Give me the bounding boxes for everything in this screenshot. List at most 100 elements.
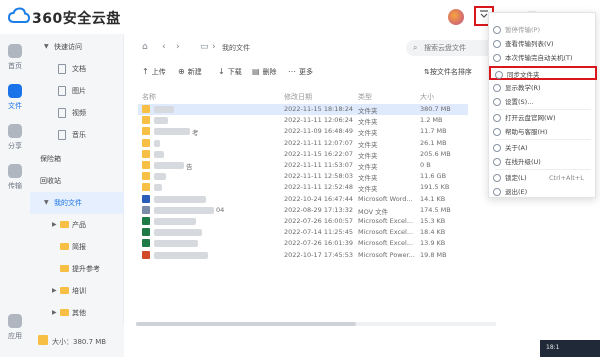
menu-item[interactable]: 关于(A) [489,141,597,155]
rail-apps[interactable]: 应用 [0,314,30,341]
sidebar-folder-training[interactable]: ▶ 培训 [30,280,124,302]
table-row[interactable]: 2022-10-17 17:45:53 Microsoft Power... 19.… [138,250,468,261]
music-icon [58,130,66,140]
table-row[interactable]: 2022-11-11 12:06:24 文件夹 1.2 MB [138,115,468,126]
breadcrumb-current: 我的文件 [222,44,250,52]
cell-date: 2022-08-29 17:13:32 [284,205,354,214]
menu-item[interactable]: 设置(S)... [489,95,597,109]
column-size[interactable]: 大小 [420,92,434,102]
more-button[interactable]: ⋯ 更多 [288,67,313,77]
app-title: 360安全云盘 [32,11,121,27]
sidebar-folder-briefs[interactable]: 简报 [30,236,124,258]
rail-label: 分享 [8,142,22,150]
table-row[interactable]: 2022-10-24 16:47:44 Microsoft Word... 14.1… [138,194,468,205]
cell-size: 11.7 MB [420,127,447,136]
sidebar-footer: 大小：380.7 MB [30,325,124,357]
sidebar-folder-other[interactable]: ▶ 其他 [30,302,124,324]
folder-icon [60,287,69,294]
sidebar-item-images[interactable]: 图片 [30,80,124,102]
menu-separator [495,139,591,140]
folder-path-icon: ▭ [200,42,209,52]
upload-label: 上传 [151,68,166,76]
sidebar-item-music[interactable]: 音乐 [30,124,124,146]
sidebar-folder-products[interactable]: ▶ 产品 [30,214,124,236]
table-row[interactable]: 2022-11-15 18:18:24 文件夹 380.7 MB [138,104,468,115]
table-row[interactable]: 2022-11-11 12:07:07 文件夹 26.1 MB [138,138,468,149]
search-input[interactable] [424,42,496,54]
table-row[interactable]: 2022-07-26 16:01:39 Microsoft Excel... 13.… [138,238,468,249]
sidebar-label: 培训 [72,287,86,295]
chevron-right-icon: › [212,42,216,52]
scroll-thumb[interactable] [136,322,356,326]
cloud-logo-icon [8,7,30,23]
redacted-name [154,139,160,147]
menu-item[interactable]: 锁定(L) Ctrl+Alt+L [489,171,597,185]
sidebar-label: 简报 [72,243,86,251]
column-modified[interactable]: 修改日期 [284,92,312,102]
menu-item[interactable]: 帮助与客服(H) [489,125,597,139]
redacted-name [154,229,202,237]
table-row[interactable]: 2022-07-14 11:25:45 Microsoft Excel... 18.… [138,227,468,238]
column-name[interactable]: 名称 [142,92,156,102]
table-row[interactable]: 04 2022-08-29 17:13:32 MOV 文件 174.5 MB [138,205,468,216]
cell-size: 11.6 GB [420,172,447,181]
back-icon[interactable]: ‹ [162,42,166,52]
upload-button[interactable]: ↑ 上传 [142,67,166,77]
table-row[interactable]: 2022-07-26 16:00:57 Microsoft Excel... 15.… [138,216,468,227]
sidebar-label: 我的文件 [54,199,82,207]
horizontal-scrollbar[interactable] [136,322,496,326]
menu-item-icon [493,98,501,106]
menu-item[interactable]: 同步文件夹 [489,66,597,80]
new-button[interactable]: ⊕ 新建 [178,67,202,77]
sidebar-quick-access[interactable]: ▼ 快速访问 [30,36,124,58]
sidebar-label: 回收站 [40,177,61,185]
sidebar-label: 文档 [72,65,86,73]
redacted-name [154,106,174,113]
sidebar-item-docs[interactable]: 文档 [30,58,124,80]
app-window: 360安全云盘 ⋯ □ ✕ 首页 文件 分享 传输 应用 ▼快速访问 文档 图片… [0,0,600,357]
sort-button[interactable]: ⇅按文件名排序 [424,67,472,77]
menu-item[interactable]: 打开云盘官网(W) [489,111,597,125]
table-row[interactable]: 2022-11-11 12:52:48 文件夹 191.5 KB [138,182,468,193]
forward-icon[interactable]: › [176,42,180,52]
download-button[interactable]: ↓ 下载 [218,67,242,77]
menu-item-icon [495,71,503,79]
cell-type: Microsoft Word... [358,194,413,203]
menu-item[interactable]: 显示教学(R) [489,81,597,95]
sidebar-item-my-files[interactable]: ▼ 我的文件 [30,192,124,214]
redacted-name [154,206,214,214]
redacted-name [154,162,184,169]
menu-item[interactable]: 暂停传输(P) [489,23,597,37]
sidebar-item-video[interactable]: 视频 [30,102,124,124]
sidebar-folder-reference[interactable]: 提升参考 [30,258,124,280]
menu-item[interactable]: 本次传输完自动关机(T) [489,51,597,65]
menu-item-label: 关于(A) [505,144,528,152]
table-row[interactable]: 考 2022-11-09 16:48:49 文件夹 11.7 MB [138,126,468,137]
sidebar-label: 其他 [72,309,86,317]
table-row[interactable]: 2022-11-11 12:58:03 文件夹 11.6 GB [138,171,468,182]
cell-size: 18.4 KB [420,228,446,237]
rail-share[interactable]: 分享 [0,124,30,151]
avatar[interactable] [448,9,464,25]
sidebar-item-recycle[interactable]: 回收站 [30,170,124,192]
menu-item-label: 暂停传输(P) [505,26,540,34]
cell-size: 380.7 MB [420,105,451,113]
column-type[interactable]: 类型 [358,92,372,102]
folder-file-icon [142,161,150,169]
cell-size: 174.5 MB [420,205,451,214]
menu-item[interactable]: 退出(E) [489,185,597,199]
menu-item[interactable]: 在线升级(U) [489,155,597,169]
folder-icon [60,221,69,228]
rail-files[interactable]: 文件 [0,84,30,111]
menu-item[interactable]: 查看传输列表(V) [489,37,597,51]
menu-item-label: 显示教学(R) [505,84,541,92]
table-row[interactable]: 2022-11-15 16:22:07 文件夹 205.6 MB [138,149,468,160]
rail-home[interactable]: 首页 [0,44,30,71]
rail-transfer[interactable]: 传输 [0,164,30,191]
sidebar: ▼ 快速访问 文档 图片 视频 音乐 保险箱 回收站 ▼ 我的文件 ▶ 产品 简报 提… [30,34,124,325]
menu-item-icon [493,26,501,34]
sidebar-item-vault[interactable]: 保险箱 [30,148,124,170]
delete-button[interactable]: ▤ 删除 [252,67,277,77]
home-nav-icon[interactable]: ⌂ [142,42,148,52]
table-row[interactable]: 告 2022-11-11 11:53:07 文件夹 0 B [138,160,468,171]
